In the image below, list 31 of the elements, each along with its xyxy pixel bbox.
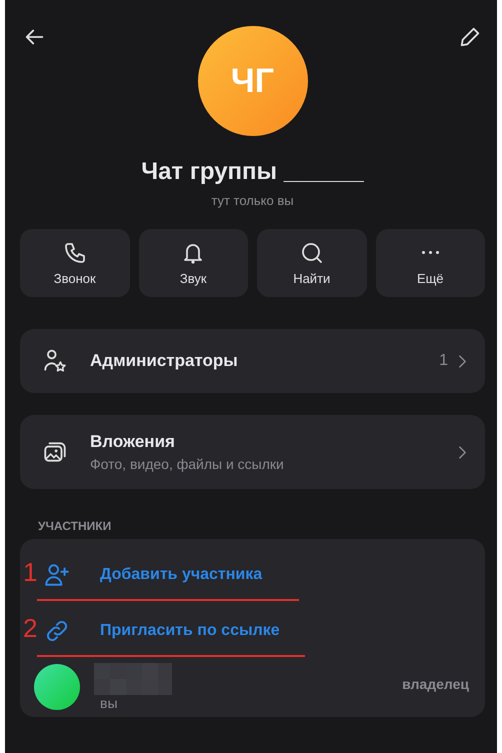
member-action[interactable]: Добавить участника: [44, 562, 262, 588]
chevron-icon: [458, 444, 467, 460]
phone-icon: [62, 240, 87, 264]
chat-title: Чат группы ______: [141, 158, 364, 186]
member-action[interactable]: Пригласить по ссылке: [44, 618, 280, 644]
group-avatar: ЧГ: [198, 26, 308, 136]
pencil-icon[interactable]: [459, 26, 481, 48]
annotation-number: 1: [23, 557, 38, 588]
menu-item[interactable]: Вложения Фото, видео, файлы и ссылки: [20, 415, 485, 489]
action-button[interactable]: Найти: [257, 229, 366, 297]
member-role: владелец: [402, 676, 469, 692]
action-button[interactable]: Звук: [138, 229, 248, 297]
action-button[interactable]: Ещё: [376, 229, 485, 297]
count-label: 1: [439, 352, 448, 370]
member-row[interactable]: вы владелец: [20, 659, 485, 711]
more-icon: [422, 250, 439, 254]
search-icon: [300, 240, 324, 264]
member-avatar: [34, 664, 80, 710]
menu-title: Администраторы: [90, 351, 239, 371]
link-icon: [44, 618, 70, 644]
section-heading: УЧАСТНИКИ: [38, 519, 112, 533]
action-button[interactable]: Звонок: [20, 229, 130, 297]
menu-subtitle: Фото, видео, файлы и ссылки: [90, 456, 285, 472]
add-user-icon: [44, 562, 70, 588]
chat-subtitle: тут только вы: [211, 193, 294, 208]
chevron-icon: [458, 354, 467, 368]
menu-title: Вложения: [90, 432, 176, 452]
menu-item[interactable]: Администраторы 1: [20, 329, 485, 393]
user-star-icon: [42, 348, 68, 374]
member-subtitle: вы: [100, 695, 118, 711]
annotation-number: 2: [23, 613, 38, 644]
